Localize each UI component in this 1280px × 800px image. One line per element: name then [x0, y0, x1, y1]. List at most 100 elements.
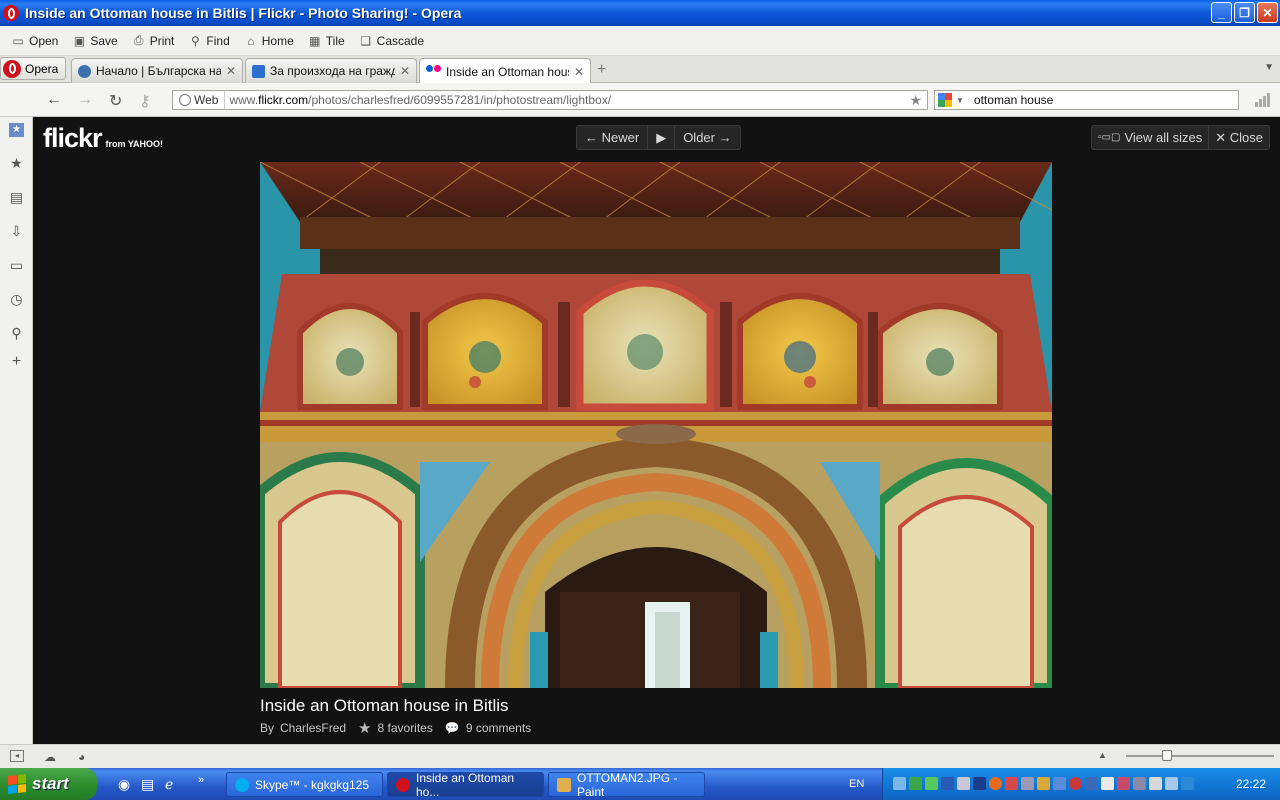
- internet-explorer-icon[interactable]: ℯ: [165, 776, 173, 793]
- newer-button[interactable]: ← Newer: [577, 126, 649, 149]
- speed-dial-icon[interactable]: ★: [9, 123, 24, 137]
- tab-label: Inside an Ottoman hous...: [446, 64, 569, 79]
- explorer-folder-icon[interactable]: ▤: [141, 776, 154, 793]
- tab-close-icon[interactable]: ✕: [226, 64, 236, 78]
- tab-origin-article[interactable]: За произхода на гражд... ✕: [245, 58, 417, 83]
- tile-button[interactable]: ▦ Tile: [303, 32, 350, 50]
- reload-icon[interactable]: ↻: [109, 91, 122, 111]
- tray-app-icon[interactable]: [1101, 777, 1114, 790]
- open-label: Open: [29, 33, 59, 48]
- history-clock-icon[interactable]: ◷: [9, 291, 24, 308]
- quicklaunch-more-icon[interactable]: »: [198, 774, 204, 786]
- start-label: start: [32, 774, 69, 793]
- view-all-sizes-button[interactable]: ▫▭▢ View all sizes: [1092, 126, 1210, 149]
- turbo-signal-icon[interactable]: [1255, 93, 1270, 107]
- system-clock[interactable]: 22:22: [1236, 777, 1266, 791]
- tray-app-icon[interactable]: [957, 777, 970, 790]
- tab-label: За произхода на гражд...: [270, 64, 395, 78]
- tray-app-icon[interactable]: [1133, 777, 1146, 790]
- tray-app-icon[interactable]: [1005, 777, 1018, 790]
- search-field[interactable]: ▼ ottoman house: [934, 90, 1239, 110]
- window-titlebar[interactable]: Inside an Ottoman house in Bitlis | Flic…: [0, 0, 1280, 26]
- zoom-slider[interactable]: [1126, 750, 1274, 761]
- language-indicator[interactable]: EN: [849, 778, 864, 790]
- print-button[interactable]: ⎙ Print: [127, 31, 180, 50]
- tab-flickr-ottoman-house[interactable]: Inside an Ottoman hous... ✕: [419, 58, 591, 84]
- google-search-engine-icon[interactable]: [938, 93, 952, 107]
- show-desktop-icon[interactable]: ◉: [118, 776, 130, 793]
- slideshow-play-button[interactable]: ▶: [648, 126, 676, 149]
- save-button[interactable]: ▣ Save: [67, 32, 122, 50]
- tray-icons: [893, 777, 1194, 790]
- older-button[interactable]: Older →: [675, 126, 739, 149]
- bookmarks-icon[interactable]: ★: [9, 155, 24, 172]
- windows-icon[interactable]: ▭: [9, 257, 24, 274]
- add-panel-icon[interactable]: +: [9, 353, 24, 371]
- url-text[interactable]: www.flickr.com/photos/charlesfred/609955…: [225, 93, 611, 107]
- favorite-star-icon[interactable]: ★: [358, 719, 371, 737]
- opera-logo-icon: [3, 5, 19, 21]
- task-paint[interactable]: OTTOMAN2.JPG - Paint: [548, 771, 705, 799]
- tray-app-icon[interactable]: [1053, 777, 1066, 790]
- search-panel-icon[interactable]: ⚲: [9, 325, 24, 342]
- minimize-button[interactable]: _: [1211, 2, 1232, 23]
- opera-menu-icon: [3, 59, 21, 78]
- tray-app-icon[interactable]: [909, 777, 922, 790]
- new-tab-button[interactable]: +: [597, 61, 606, 79]
- comments-count[interactable]: 9 comments: [466, 721, 531, 735]
- forward-arrow-icon[interactable]: →: [77, 91, 93, 109]
- security-badge-label: Web: [194, 93, 219, 107]
- tab-bulgarian-home[interactable]: Начало | Българска на... ✕: [71, 58, 243, 83]
- close-lightbox-button[interactable]: ✕ Close: [1209, 126, 1269, 149]
- task-skype[interactable]: Skype™ - kgkgkg125: [226, 772, 383, 797]
- tray-app-icon[interactable]: [1165, 777, 1178, 790]
- author-link[interactable]: CharlesFred: [280, 721, 346, 735]
- ottoman-house-photo[interactable]: [260, 162, 1052, 688]
- task-opera[interactable]: Inside an Ottoman ho...: [387, 771, 544, 799]
- url-domain: flickr.com: [258, 93, 309, 107]
- firefox-tray-icon[interactable]: [989, 777, 1002, 790]
- save-label: Save: [90, 33, 118, 48]
- notes-icon[interactable]: ▤: [9, 189, 24, 206]
- panel-toggle-icon[interactable]: ◂: [10, 750, 24, 762]
- photo-title: Inside an Ottoman house in Bitlis: [260, 696, 509, 715]
- cascade-button[interactable]: ❏ Cascade: [354, 32, 429, 50]
- flickr-logo[interactable]: flickr from YAHOO!: [43, 123, 163, 154]
- tray-app-icon[interactable]: [1069, 777, 1082, 790]
- downloads-icon[interactable]: ⇩: [9, 223, 24, 240]
- tab-close-icon[interactable]: ✕: [574, 65, 584, 79]
- tab-close-icon[interactable]: ✕: [400, 64, 410, 78]
- address-field[interactable]: Web www.flickr.com/photos/charlesfred/60…: [172, 90, 928, 110]
- open-button[interactable]: ▭ Open: [6, 32, 63, 50]
- volume-icon[interactable]: [1181, 777, 1194, 790]
- favorites-count[interactable]: 8 favorites: [378, 721, 433, 735]
- search-input-value[interactable]: ottoman house: [974, 93, 1053, 107]
- opera-menu-button[interactable]: Opera: [0, 57, 66, 80]
- tray-app-icon[interactable]: [1117, 777, 1130, 790]
- view-options-icon[interactable]: ▲: [1098, 750, 1107, 760]
- tray-app-icon[interactable]: [1021, 777, 1034, 790]
- security-badge[interactable]: Web: [173, 91, 226, 109]
- close-window-button[interactable]: ✕: [1257, 2, 1278, 23]
- speed-gauge-icon[interactable]: ◕: [78, 750, 85, 764]
- wand-key-icon[interactable]: ⚷: [139, 91, 151, 111]
- display-icon[interactable]: [1149, 777, 1162, 790]
- tab-list-chevron-icon[interactable]: ▼: [1264, 62, 1274, 73]
- cascade-label: Cascade: [376, 33, 425, 48]
- bookmark-star-icon[interactable]: ★: [909, 92, 922, 109]
- maximize-button[interactable]: ❐: [1234, 2, 1255, 23]
- find-button[interactable]: ⚲ Find: [183, 32, 234, 50]
- tray-app-icon[interactable]: [1037, 777, 1050, 790]
- tray-app-icon[interactable]: [941, 777, 954, 790]
- tray-app-icon[interactable]: [973, 777, 986, 790]
- zoom-slider-handle[interactable]: [1162, 750, 1172, 761]
- tray-app-icon[interactable]: [1085, 777, 1098, 790]
- home-button[interactable]: ⌂ Home: [239, 32, 299, 50]
- tab-favicon-icon: [78, 64, 91, 78]
- start-button[interactable]: start: [0, 768, 97, 800]
- tray-app-icon[interactable]: [925, 777, 938, 790]
- network-icon[interactable]: [893, 777, 906, 790]
- back-arrow-icon[interactable]: ←: [46, 91, 62, 109]
- unite-cloud-icon[interactable]: ☁: [44, 750, 56, 764]
- search-engine-chevron-icon[interactable]: ▼: [956, 96, 964, 105]
